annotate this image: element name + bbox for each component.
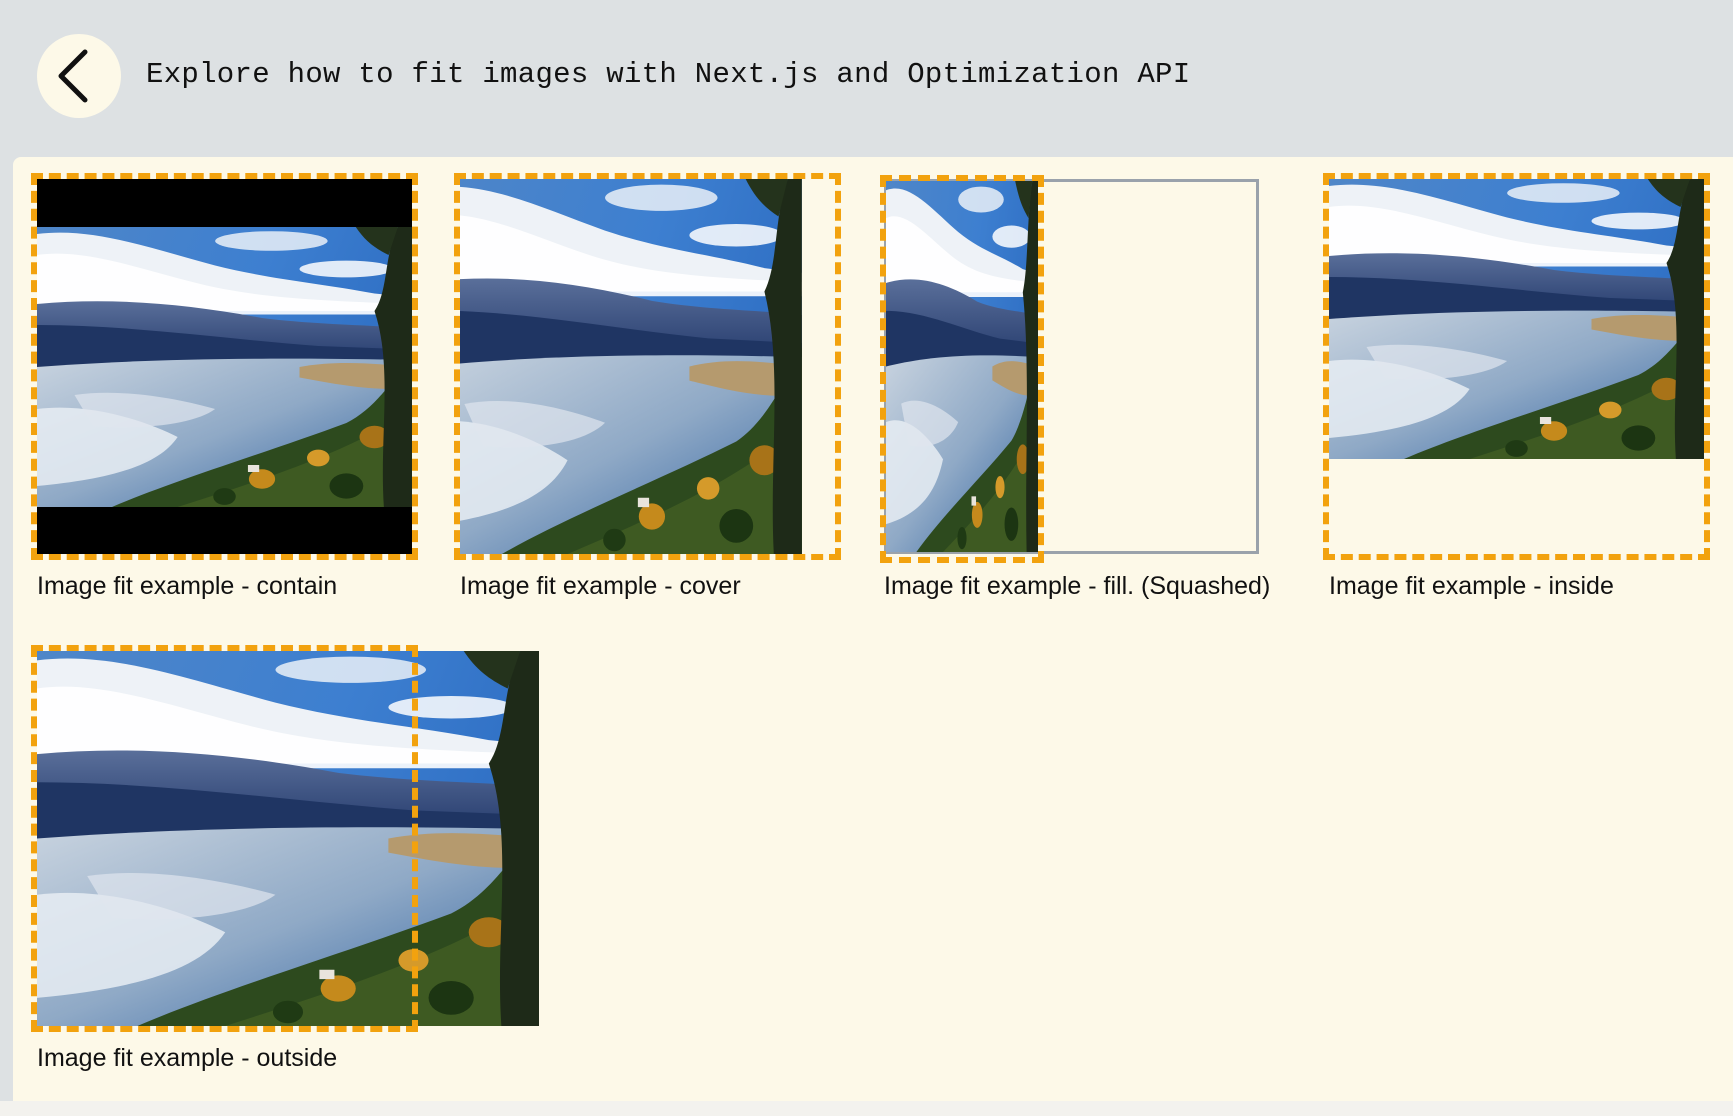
back-button[interactable]	[37, 34, 121, 118]
image-contain[interactable]	[37, 179, 412, 554]
page-title: Explore how to fit images with Next.js a…	[146, 58, 1191, 91]
image-outside[interactable]	[37, 651, 539, 1026]
chevron-left-icon	[58, 49, 88, 103]
image-inside[interactable]	[1329, 179, 1704, 459]
caption-outside: Image fit example - outside	[37, 1044, 338, 1072]
header: Explore how to fit images with Next.js a…	[0, 0, 1733, 150]
caption-cover: Image fit example - cover	[460, 572, 741, 600]
caption-contain: Image fit example - contain	[37, 572, 338, 600]
caption-fill: Image fit example - fill. (Squashed)	[884, 572, 1271, 600]
image-fill[interactable]	[886, 181, 1038, 552]
image-cover[interactable]	[460, 179, 835, 554]
letterbox-top	[37, 179, 412, 227]
caption-inside: Image fit example - inside	[1329, 572, 1614, 600]
page-footer-strip	[0, 1101, 1733, 1116]
